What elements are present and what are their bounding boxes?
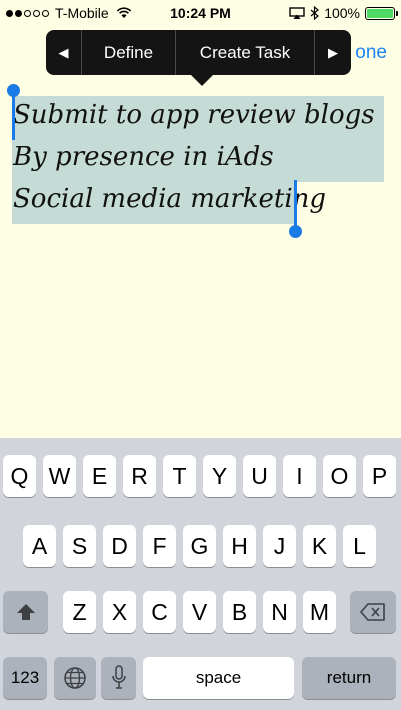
- key-f[interactable]: F: [143, 525, 176, 567]
- key-k[interactable]: K: [303, 525, 336, 567]
- key-r[interactable]: R: [123, 455, 156, 497]
- return-key[interactable]: return: [302, 657, 396, 699]
- key-v[interactable]: V: [183, 591, 216, 633]
- note-line-3[interactable]: Social media marketing: [13, 184, 326, 214]
- key-u[interactable]: U: [243, 455, 276, 497]
- selection-end-handle[interactable]: [289, 225, 302, 238]
- define-button[interactable]: Define: [82, 30, 176, 75]
- key-j[interactable]: J: [263, 525, 296, 567]
- globe-key[interactable]: [54, 657, 96, 699]
- key-n[interactable]: N: [263, 591, 296, 633]
- shift-key[interactable]: [3, 591, 48, 633]
- key-t[interactable]: T: [163, 455, 196, 497]
- key-m[interactable]: M: [303, 591, 336, 633]
- selection-start-caret: [12, 94, 15, 140]
- backspace-icon: [360, 603, 385, 621]
- airplay-icon: [289, 7, 305, 19]
- shift-arrow-icon: [16, 604, 35, 620]
- bluetooth-icon: [310, 6, 320, 20]
- key-i[interactable]: I: [283, 455, 316, 497]
- done-button[interactable]: one: [355, 42, 387, 64]
- key-a[interactable]: A: [23, 525, 56, 567]
- key-q[interactable]: Q: [3, 455, 36, 497]
- battery-fill: [367, 8, 393, 18]
- delete-key[interactable]: [350, 591, 396, 633]
- key-w[interactable]: W: [43, 455, 76, 497]
- space-key[interactable]: space: [143, 657, 294, 699]
- create-task-button[interactable]: Create Task: [176, 30, 315, 75]
- dictation-key[interactable]: [101, 657, 136, 699]
- key-g[interactable]: G: [183, 525, 216, 567]
- status-bar: T-Mobile 10:24 PM 100%: [0, 0, 401, 28]
- keyboard: Q W E R T Y U I O P A S D F G H J K L Z …: [0, 438, 401, 710]
- key-o[interactable]: O: [323, 455, 356, 497]
- key-l[interactable]: L: [343, 525, 376, 567]
- key-h[interactable]: H: [223, 525, 256, 567]
- status-right: 100%: [289, 5, 398, 21]
- note-line-2[interactable]: By presence in iAds: [13, 142, 274, 172]
- key-z[interactable]: Z: [63, 591, 96, 633]
- key-y[interactable]: Y: [203, 455, 236, 497]
- battery-icon: [365, 6, 398, 20]
- microphone-icon: [111, 665, 126, 689]
- key-s[interactable]: S: [63, 525, 96, 567]
- key-e[interactable]: E: [83, 455, 116, 497]
- key-b[interactable]: B: [223, 591, 256, 633]
- edit-menu: ◀ Define Create Task ▶: [46, 30, 351, 86]
- key-d[interactable]: D: [103, 525, 136, 567]
- battery-percent: 100%: [324, 5, 360, 21]
- key-x[interactable]: X: [103, 591, 136, 633]
- menu-previous-button[interactable]: ◀: [46, 30, 82, 75]
- key-c[interactable]: C: [143, 591, 176, 633]
- menu-next-button[interactable]: ▶: [315, 30, 351, 75]
- selection-end-caret: [294, 180, 297, 226]
- numbers-key[interactable]: 123: [3, 657, 47, 699]
- globe-icon: [64, 667, 86, 689]
- note-text-area[interactable]: Submit to app review blogs By presence i…: [0, 78, 401, 438]
- key-p[interactable]: P: [363, 455, 396, 497]
- note-line-1[interactable]: Submit to app review blogs: [13, 100, 375, 130]
